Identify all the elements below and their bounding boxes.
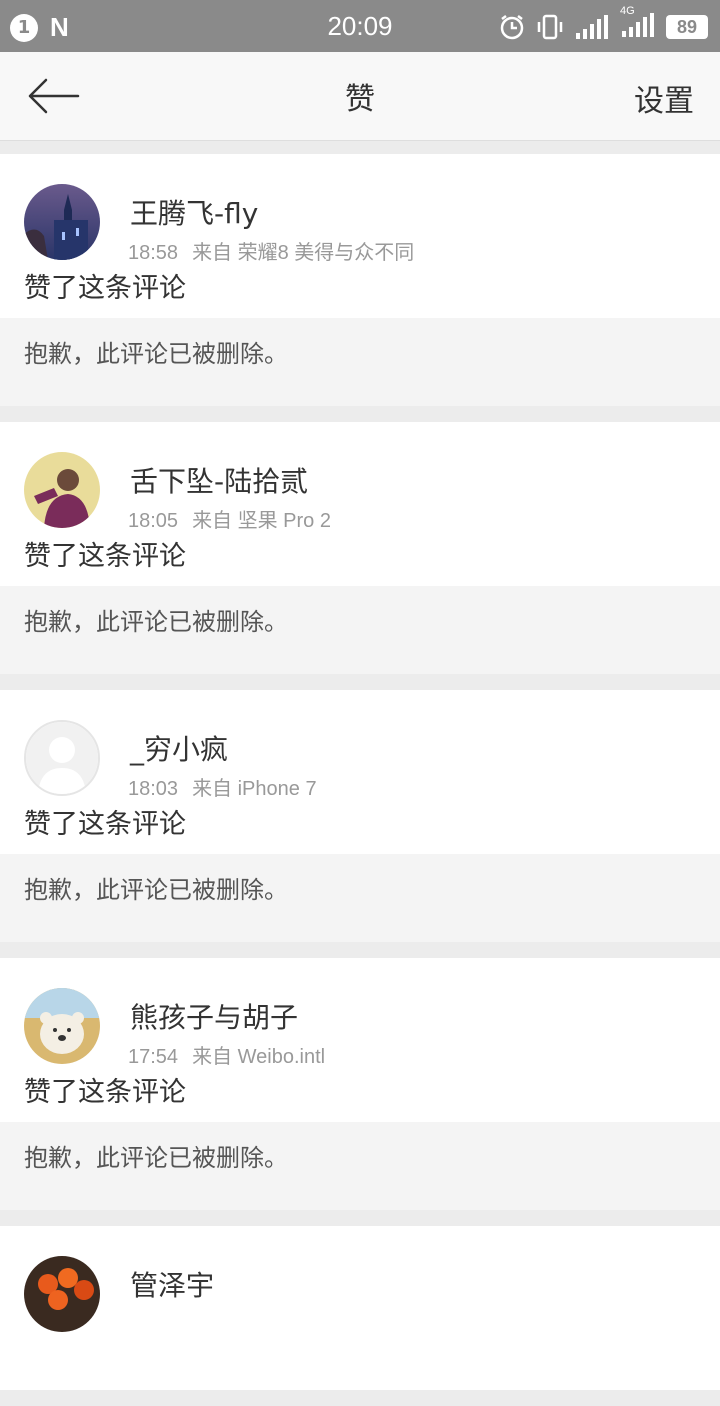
action-text: 赞了这条评论 bbox=[24, 1077, 186, 1108]
user-name[interactable]: 熊孩子与胡子 bbox=[130, 996, 298, 1036]
avatar[interactable] bbox=[24, 1256, 100, 1332]
item-meta: 17:54 来自 Weibo.intl bbox=[128, 1040, 325, 1069]
status-right: 4G 89 bbox=[498, 5, 708, 43]
network-type-label: 4G bbox=[620, 5, 635, 17]
list-item: 舌下坠-陆拾贰 18:05 来自 坚果 Pro 2 赞了这条评论 抱歉，此评论已被… bbox=[0, 422, 720, 674]
list-item: _穷小疯 18:03 来自 iPhone 7 赞了这条评论 抱歉，此评论已被删除。 bbox=[0, 690, 720, 942]
item-header: 管泽宇 bbox=[0, 1226, 720, 1390]
like-list: 王腾飞-fly 18:58 来自 荣耀8 美得与众不同 赞了这条评论 抱歉，此评论… bbox=[0, 154, 720, 1406]
settings-button[interactable]: 设置 bbox=[634, 76, 694, 120]
item-meta: 18:58 来自 荣耀8 美得与众不同 bbox=[128, 236, 414, 265]
timestamp: 17:54 bbox=[128, 1046, 179, 1068]
item-meta: 18:03 来自 iPhone 7 bbox=[128, 772, 317, 801]
source-label: 来自 坚果 Pro 2 bbox=[192, 510, 331, 532]
default-avatar-icon bbox=[26, 722, 98, 794]
avatar[interactable] bbox=[24, 452, 100, 528]
avatar[interactable] bbox=[24, 988, 100, 1064]
timestamp: 18:58 bbox=[128, 242, 179, 264]
source-label: 来自 Weibo.intl bbox=[192, 1046, 326, 1068]
vibrate-icon bbox=[537, 14, 563, 40]
network-indicator: 4G bbox=[620, 5, 656, 43]
alarm-icon bbox=[500, 15, 524, 40]
list-item: 王腾飞-fly 18:58 来自 荣耀8 美得与众不同 赞了这条评论 抱歉，此评论… bbox=[0, 154, 720, 406]
user-name[interactable]: 舌下坠-陆拾贰 bbox=[130, 460, 308, 500]
user-name[interactable]: 管泽宇 bbox=[130, 1264, 214, 1304]
avatar[interactable] bbox=[24, 184, 100, 260]
list-item: 管泽宇 bbox=[0, 1226, 720, 1390]
list-item: 熊孩子与胡子 17:54 来自 Weibo.intl 赞了这条评论 抱歉，此评论已… bbox=[0, 958, 720, 1210]
action-text: 赞了这条评论 bbox=[24, 809, 186, 840]
item-header: 王腾飞-fly 18:58 来自 荣耀8 美得与众不同 赞了这条评论 bbox=[0, 154, 720, 318]
status-bar: 1 N 20:09 4G 89 bbox=[0, 0, 720, 52]
avatar-fruit-image bbox=[24, 1256, 100, 1332]
page-title: 赞 bbox=[345, 82, 375, 117]
item-header: _穷小疯 18:03 来自 iPhone 7 赞了这条评论 bbox=[0, 690, 720, 854]
quoted-comment[interactable]: 抱歉，此评论已被删除。 bbox=[0, 318, 720, 406]
action-text: 赞了这条评论 bbox=[24, 541, 186, 572]
battery-icon: 89 bbox=[666, 15, 708, 39]
source-label: 来自 荣耀8 美得与众不同 bbox=[192, 242, 415, 264]
item-header: 熊孩子与胡子 17:54 来自 Weibo.intl 赞了这条评论 bbox=[0, 958, 720, 1122]
avatar-person-image bbox=[24, 452, 100, 528]
item-meta: 18:05 来自 坚果 Pro 2 bbox=[128, 504, 331, 533]
user-name[interactable]: 王腾飞-fly bbox=[130, 192, 258, 232]
source-label: 来自 iPhone 7 bbox=[192, 778, 317, 800]
signal-icon bbox=[576, 15, 608, 39]
quoted-comment[interactable]: 抱歉，此评论已被删除。 bbox=[0, 854, 720, 942]
action-text: 赞了这条评论 bbox=[24, 273, 186, 304]
avatar[interactable] bbox=[24, 720, 100, 796]
avatar-church-image bbox=[24, 184, 100, 260]
avatar-bear-image bbox=[24, 988, 100, 1064]
timestamp: 18:03 bbox=[128, 778, 179, 800]
quoted-comment[interactable]: 抱歉，此评论已被删除。 bbox=[0, 586, 720, 674]
app-bar: 赞 设置 bbox=[0, 52, 720, 141]
user-name[interactable]: _穷小疯 bbox=[130, 728, 228, 768]
item-header: 舌下坠-陆拾贰 18:05 来自 坚果 Pro 2 赞了这条评论 bbox=[0, 422, 720, 586]
timestamp: 18:05 bbox=[128, 510, 179, 532]
quoted-comment[interactable]: 抱歉，此评论已被删除。 bbox=[0, 1122, 720, 1210]
